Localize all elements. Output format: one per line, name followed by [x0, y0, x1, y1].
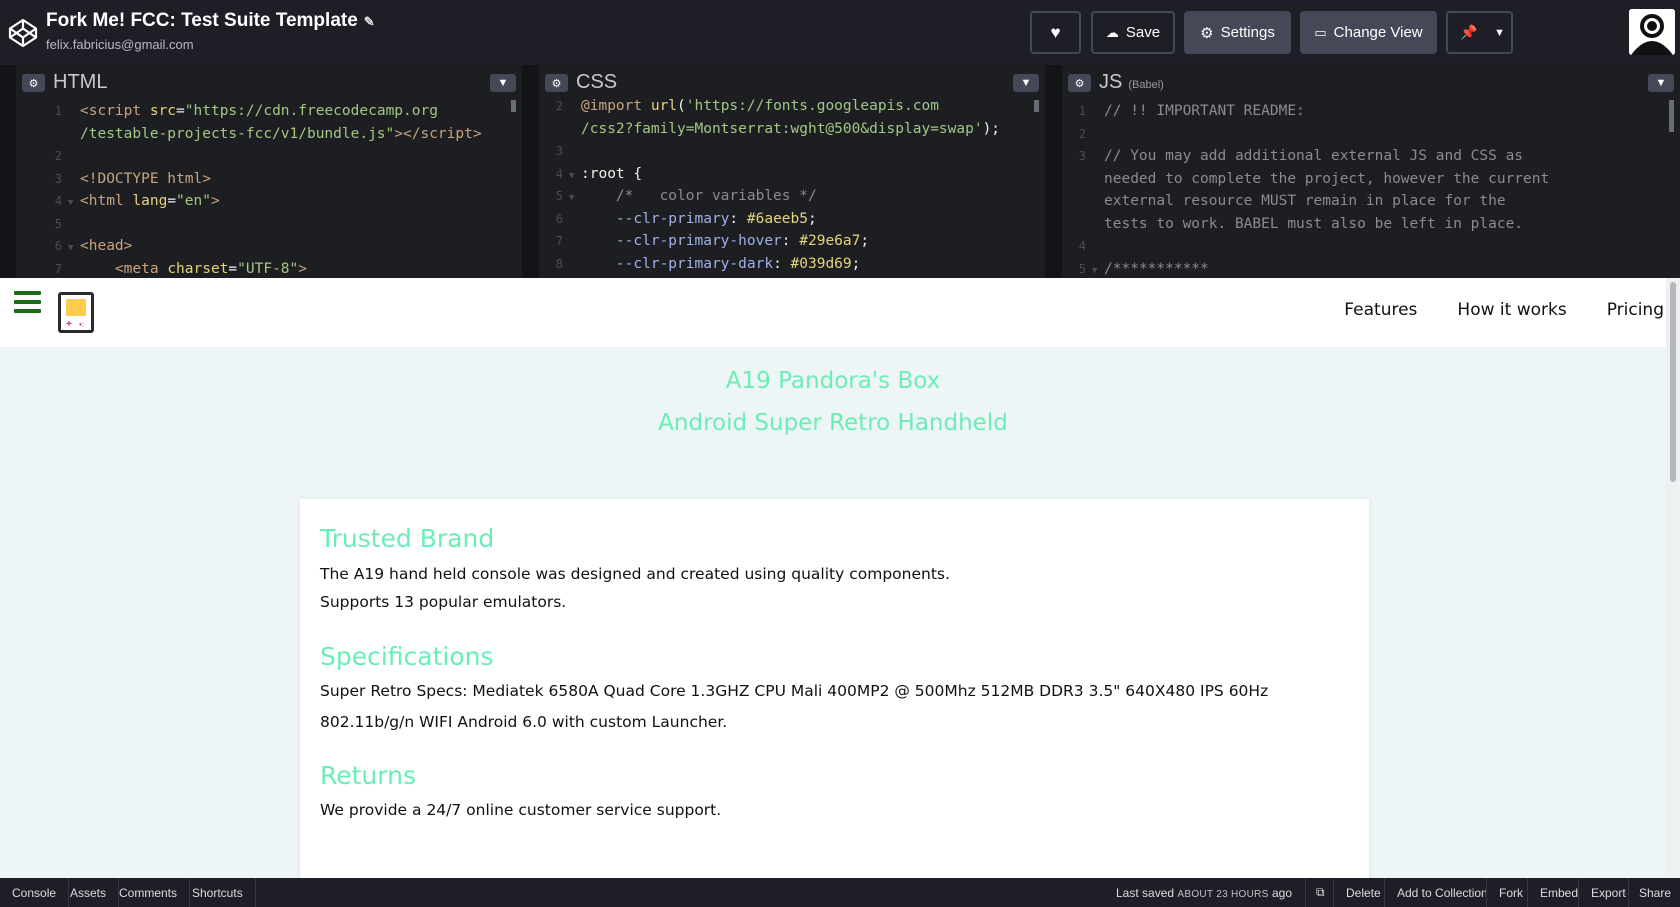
preview-scrollbar[interactable] — [1666, 278, 1680, 878]
js-editor-label: JS (Babel) — [1099, 71, 1164, 93]
hero-subtitle: Android Super Retro Handheld — [658, 410, 1008, 436]
change-view-label: Change View — [1333, 24, 1423, 41]
change-view-button[interactable]: ▭ Change View — [1300, 11, 1437, 54]
share-button[interactable]: Share — [1628, 878, 1680, 907]
code-editors: ⚙ HTML ▼ 1 <script src="https://cdn.free… — [0, 65, 1680, 278]
code-line: 4 — [1078, 239, 1086, 253]
last-saved-time: ABOUT 23 HOURS — [1177, 889, 1269, 900]
gear-icon[interactable]: ⚙ — [22, 74, 45, 92]
cloud-icon: ☁ — [1105, 24, 1119, 40]
codepen-logo-icon[interactable] — [7, 17, 39, 49]
section-title-trusted-brand: Trusted Brand — [320, 524, 495, 553]
hamburger-icon[interactable] — [14, 291, 41, 318]
pencil-icon[interactable]: ✎ — [364, 14, 375, 29]
code-line: needed to complete the project, however … — [1104, 170, 1550, 187]
section-title-specifications: Specifications — [320, 642, 494, 671]
pin-icon: 📌 — [1460, 24, 1478, 40]
section-text: Supports 13 popular emulators. — [320, 593, 567, 611]
section-text: We provide a 24/7 online customer servic… — [320, 801, 722, 819]
save-label: Save — [1125, 24, 1161, 41]
html-code[interactable]: 1 <script src="https://cdn.freecodecamp.… — [16, 100, 522, 278]
js-preprocessor-label: (Babel) — [1128, 79, 1164, 91]
code-line: 5 ▼/*********** — [1078, 260, 1209, 277]
code-line: 7 --clr-primary-hover: #29e6a7; — [555, 233, 870, 249]
gear-icon[interactable]: ⚙ — [545, 74, 568, 92]
chevron-down-icon[interactable]: ▼ — [1648, 74, 1674, 92]
code-line: 4 ▼ <html lang="en"> — [54, 193, 220, 209]
js-code[interactable]: 1 // !! IMPORTANT README: 2 3 // You may… — [1062, 100, 1680, 278]
code-line: /testable-projects-fcc/v1/bundle.js"></s… — [80, 125, 482, 142]
change-view-icon: ▭ — [1314, 24, 1327, 40]
gear-icon[interactable]: ⚙ — [1068, 74, 1091, 92]
section-text: The A19 hand held console was designed a… — [320, 565, 950, 583]
code-line: 1 <script src="https://cdn.freecodecamp.… — [54, 103, 438, 119]
shortcuts-button[interactable]: Shortcuts — [180, 878, 256, 907]
code-line: external resource MUST remain in place f… — [1104, 193, 1506, 209]
code-line: 3 <!DOCTYPE html> — [54, 170, 211, 187]
section-text: Super Retro Specs: Mediatek 6580A Quad C… — [320, 682, 1269, 731]
add-to-collection-button[interactable]: Add to Collection — [1384, 878, 1500, 907]
scrollbar[interactable] — [511, 100, 516, 112]
code-line: 8 --clr-primary-dark: #039d69; — [555, 255, 861, 272]
code-line: 3 — [555, 144, 563, 158]
code-line: 6 ▼ <head> — [54, 238, 133, 254]
chevron-down-icon[interactable]: ▼ — [490, 74, 516, 92]
code-line: 2 — [1078, 126, 1086, 141]
comments-button[interactable]: Comments — [107, 878, 191, 907]
nav-links: Features How it works Pricing — [1344, 300, 1664, 320]
code-line: tests to work. BABEL must also be left i… — [1104, 215, 1524, 232]
editor-header: Fork Me! FCC: Test Suite Template ✎ felix… — [0, 0, 1680, 65]
css-code[interactable]: 2 @import url('https://fonts.googleapis.… — [539, 95, 1045, 278]
code-line: 5 ▼ /* color variables */ — [555, 188, 817, 204]
html-editor-label: HTML — [53, 71, 108, 93]
nav-link-features[interactable]: Features — [1344, 300, 1417, 320]
nav-link-how-it-works[interactable]: How it works — [1457, 300, 1566, 320]
game-console-icon[interactable]: + •: — [58, 292, 94, 333]
settings-button[interactable]: ⚙ Settings — [1184, 11, 1291, 54]
save-button[interactable]: ☁ Save — [1091, 11, 1175, 54]
last-saved-prefix: Last saved — [1116, 886, 1175, 900]
html-editor-header: ⚙ HTML ▼ — [16, 65, 522, 100]
chevron-down-icon[interactable]: ▼ — [1013, 74, 1039, 92]
result-preview[interactable]: + •: Features How it works Pricing A19 P… — [0, 278, 1680, 878]
css-editor-label: CSS — [576, 71, 618, 93]
avatar[interactable] — [1629, 9, 1675, 55]
pin-button[interactable]: 📌 ▼ — [1446, 11, 1513, 54]
scrollbar[interactable] — [1669, 100, 1674, 132]
editor-footer: Console Assets Comments Shortcuts Last s… — [0, 878, 1680, 907]
last-saved-status: Last saved ABOUT 23 HOURS ago — [1116, 886, 1292, 900]
love-button[interactable]: ♥ — [1030, 11, 1081, 54]
code-line: 7 <meta charset="UTF-8"> — [54, 260, 307, 277]
code-line: 2 — [54, 149, 62, 163]
user-email: felix.fabricius@gmail.com — [46, 37, 194, 52]
last-saved-suffix: ago — [1272, 886, 1293, 900]
code-line: 4 ▼:root { — [555, 165, 643, 182]
code-line: 2 @import url('https://fonts.googleapis.… — [555, 98, 939, 114]
code-line: 3 // You may add additional external JS … — [1078, 148, 1524, 164]
external-link-icon[interactable]: ⧉ — [1305, 878, 1335, 907]
hero-title: A19 Pandora's Box — [725, 368, 941, 394]
section-title-returns: Returns — [320, 761, 416, 790]
css-editor[interactable]: ⚙ CSS ▼ 2 @import url('https://fonts.goo… — [539, 65, 1045, 278]
code-line: 1 // !! IMPORTANT README: — [1078, 103, 1305, 119]
nav-link-pricing[interactable]: Pricing — [1607, 300, 1664, 320]
code-line: 5 — [54, 216, 62, 231]
scrollbar[interactable] — [1034, 100, 1039, 112]
heart-icon: ♥ — [1050, 22, 1061, 42]
preview-navbar: + •: Features How it works Pricing — [0, 278, 1666, 347]
content-card: Trusted Brand The A19 hand held console … — [300, 499, 1369, 878]
pen-title[interactable]: Fork Me! FCC: Test Suite Template ✎ — [46, 10, 375, 32]
chevron-down-icon[interactable]: ▼ — [1494, 27, 1505, 39]
scrollbar-thumb[interactable] — [1670, 282, 1676, 482]
gear-icon: ⚙ — [1200, 24, 1214, 42]
html-editor[interactable]: ⚙ HTML ▼ 1 <script src="https://cdn.free… — [16, 65, 522, 278]
code-line: /css2?family=Montserrat:wght@500&display… — [581, 120, 1001, 137]
settings-label: Settings — [1220, 24, 1275, 41]
code-line: 6 --clr-primary: #6aeeb5; — [555, 210, 817, 227]
js-editor-header: ⚙ JS (Babel) ▼ — [1062, 65, 1680, 100]
js-editor[interactable]: ⚙ JS (Babel) ▼ 1 // !! IMPORTANT README: … — [1062, 65, 1680, 278]
